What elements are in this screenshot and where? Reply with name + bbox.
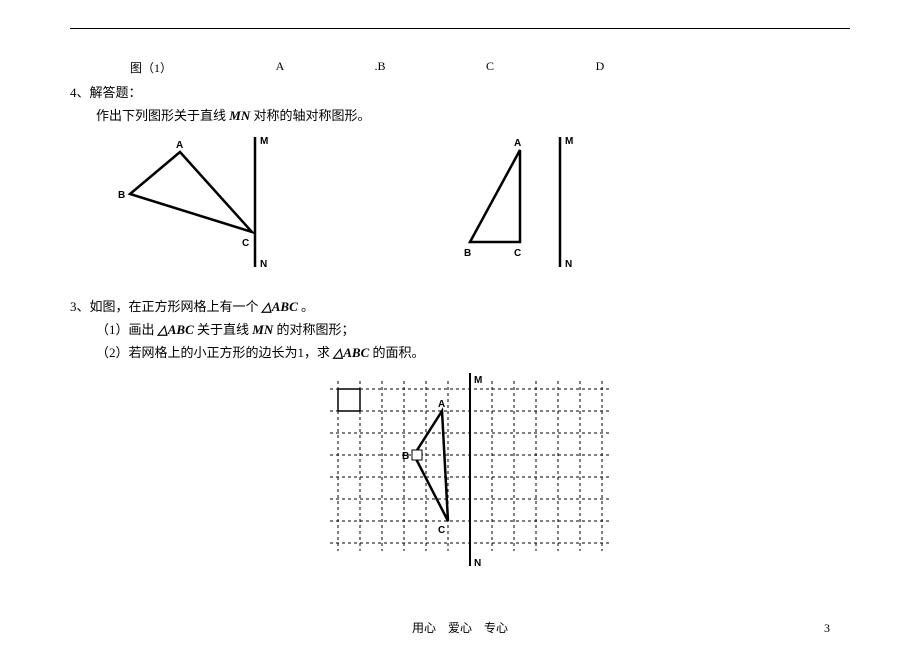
q3-sub1-prefix: （1）画出 bbox=[96, 322, 158, 337]
label-n: N bbox=[565, 259, 572, 270]
grid-label-m: M bbox=[474, 375, 482, 386]
label-b: B bbox=[118, 190, 125, 201]
question-4-prompt: 作出下列图形关于直线 MN 对称的轴对称图形。 bbox=[96, 105, 850, 124]
q4-prefix: 作出下列图形关于直线 bbox=[96, 108, 229, 123]
label-m: M bbox=[565, 136, 573, 147]
q3-sub2-tri: △ABC bbox=[333, 345, 369, 360]
page-number: 3 bbox=[824, 621, 830, 636]
label-b: B bbox=[464, 248, 471, 259]
q3-title-prefix: 3、如图，在正方形网格上有一个 bbox=[70, 299, 262, 314]
question-3-sub1: （1）画出 △ABC 关于直线 MN 的对称图形； bbox=[96, 319, 850, 338]
option-a: A bbox=[230, 59, 330, 76]
question-3-sub2: （2）若网格上的小正方形的边长为1，求 △ABC 的面积。 bbox=[96, 342, 850, 361]
q3-title-tri: △ABC bbox=[262, 299, 298, 314]
figure-1-option-row: 图（1） A .B C D bbox=[130, 59, 850, 76]
q4-suffix: 对称的轴对称图形。 bbox=[250, 108, 370, 123]
figure-1-label: 图（1） bbox=[130, 59, 230, 76]
grid-label-n: N bbox=[474, 558, 481, 569]
q3-sub1-tri: △ABC bbox=[158, 322, 194, 337]
page-footer: 用心 爱心 专心 3 bbox=[0, 619, 920, 636]
figure-left-triangle: M N A B C bbox=[110, 132, 310, 276]
question-4-title: 4、解答题： bbox=[70, 82, 850, 101]
question-3-title: 3、如图，在正方形网格上有一个 △ABC 。 bbox=[70, 296, 850, 315]
grid-label-a: A bbox=[438, 399, 445, 410]
label-n: N bbox=[260, 259, 267, 270]
grid-label-b: B bbox=[402, 451, 409, 462]
option-c: C bbox=[430, 59, 550, 76]
option-d: D bbox=[550, 59, 650, 76]
q3-sub1-mid: 关于直线 bbox=[194, 322, 253, 337]
label-m: M bbox=[260, 136, 268, 147]
footer-motto: 用心 爱心 专心 bbox=[412, 621, 508, 635]
option-b: .B bbox=[330, 59, 430, 76]
q3-sub2-prefix: （2）若网格上的小正方形的边长为1，求 bbox=[96, 345, 333, 360]
label-c: C bbox=[242, 238, 249, 249]
label-c: C bbox=[514, 248, 521, 259]
q3-sub1-mn: MN bbox=[252, 322, 273, 337]
label-a: A bbox=[514, 138, 521, 149]
q4-mn: MN bbox=[229, 108, 250, 123]
figure-right-triangle: M N A B C bbox=[450, 132, 610, 276]
q3-title-suffix: 。 bbox=[298, 299, 314, 314]
grid-figure: M N A B C bbox=[320, 371, 850, 575]
q3-sub2-suffix: 的面积。 bbox=[369, 345, 424, 360]
label-a: A bbox=[176, 140, 183, 151]
q3-sub1-suffix: 的对称图形； bbox=[273, 322, 354, 337]
grid-label-c: C bbox=[438, 525, 445, 536]
